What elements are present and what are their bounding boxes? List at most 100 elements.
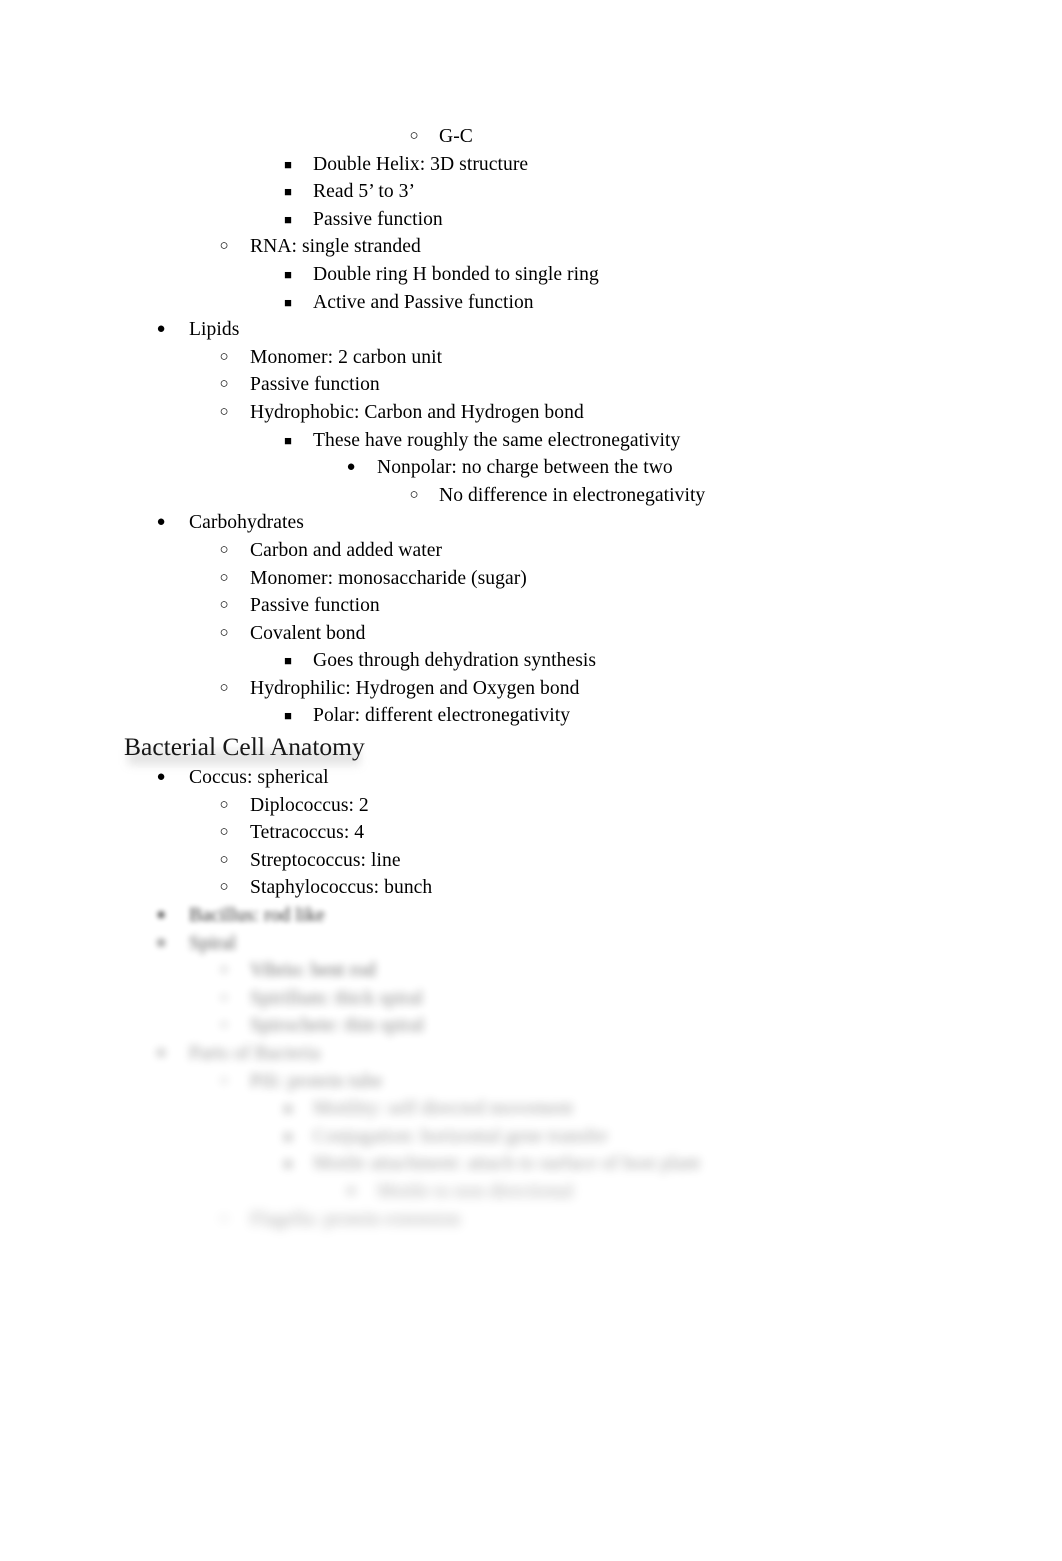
circle-bullet-icon: ○ (219, 989, 229, 1006)
outline-item: ○ Spirochete: thin spiral (0, 1012, 1062, 1040)
circle-bullet-icon: ○ (219, 624, 229, 641)
square-bullet-icon: ■ (284, 294, 292, 310)
circle-bullet-icon: ○ (219, 541, 229, 558)
disc-bullet-icon: ● (156, 1045, 166, 1061)
outline-item: ○ Spirillum: thick spiral (0, 985, 1062, 1013)
outline-item-text: Active and Passive function (313, 291, 534, 313)
outline-item: ■ Motile attachment: attach to surface of… (0, 1150, 1062, 1178)
outline-item: ● Parts of Bacteria (0, 1040, 1062, 1068)
outline-item-text: Carbohydrates (189, 512, 304, 534)
circle-bullet-icon: ○ (219, 851, 229, 868)
outline-item-text: Monomer: 2 carbon unit (250, 346, 443, 368)
square-bullet-icon: ■ (284, 211, 292, 227)
circle-bullet-icon: ○ (219, 376, 229, 393)
outline-item: ■ Double ring H bonded to single ring (0, 261, 1062, 289)
circle-bullet-icon: ○ (219, 1017, 229, 1034)
outline-item-text: Staphylococcus: bunch (250, 877, 433, 899)
outline-item-text: These have roughly the same electronegat… (313, 429, 681, 451)
disc-bullet-icon: ● (346, 459, 356, 476)
outline-item-text: Tetracoccus: 4 (250, 822, 365, 844)
outline-item-text: Coccus: spherical (189, 767, 329, 789)
outline-item: ○ Covalent bond (0, 620, 1062, 648)
disc-bullet-icon: ● (156, 321, 166, 338)
circle-bullet-icon: ○ (219, 597, 229, 614)
outline-item: ○ No difference in electronegativity (0, 482, 1062, 510)
outline-item: ○ Carbon and added water (0, 537, 1062, 565)
outline-item-text: Double Helix: 3D structure (313, 153, 529, 175)
outline-content: ○ G-C ■ Double Helix: 3D structure ■ Read 5’ … (0, 123, 1062, 1233)
outline-item-text: Flagella: protein extension (250, 1208, 461, 1230)
outline-item: ■ Read 5’ to 3’ (0, 178, 1062, 206)
outline-item: ○ Vibrio: bent rod (0, 957, 1062, 985)
circle-bullet-icon: ○ (219, 1210, 229, 1227)
outline-item: ○ Hydrophobic: Carbon and Hydrogen bond (0, 399, 1062, 427)
outline-item-text: Lipids (189, 319, 240, 341)
circle-bullet-icon: ○ (219, 238, 229, 255)
outline-item-text: Passive function (250, 595, 380, 617)
outline-item: ○ Monomer: 2 carbon unit (0, 344, 1062, 372)
outline-item-text: Polar: different electronegativity (313, 705, 571, 727)
outline-item: ○ Pili: protein tube (0, 1068, 1062, 1096)
outline-item: ○ Tetracoccus: 4 (0, 819, 1062, 847)
circle-bullet-icon: ○ (219, 879, 229, 896)
outline-item: ● Carbohydrates (0, 509, 1062, 537)
circle-bullet-icon: ○ (219, 962, 229, 979)
outline-item: ■ Goes through dehydration synthesis (0, 647, 1062, 675)
square-bullet-icon: ■ (284, 432, 292, 448)
outline-item: ● Coccus: spherical (0, 764, 1062, 792)
outline-item: ○ G-C (0, 123, 1062, 151)
outline-item-text: Parts of Bacteria (189, 1043, 321, 1064)
outline-item: ■ Motility: self directed movement (0, 1095, 1062, 1123)
outline-item: ○ Diplococcus: 2 (0, 792, 1062, 820)
outline-item: ■ Double Helix: 3D structure (0, 151, 1062, 179)
outline-item-text: Read 5’ to 3’ (313, 181, 416, 203)
outline-item: ○ Passive function (0, 592, 1062, 620)
outline-item-text: Pili: protein tube (250, 1070, 383, 1092)
square-bullet-icon: ■ (284, 653, 292, 669)
outline-item: ■ Conjugation: horizontal gene transfer (0, 1123, 1062, 1151)
square-bullet-icon: ■ (284, 266, 292, 282)
section-heading: Bacterial Cell Anatomy (124, 732, 365, 762)
outline-item-text: Hydrophilic: Hydrogen and Oxygen bond (250, 677, 580, 699)
outline-item: ○ Staphylococcus: bunch (0, 874, 1062, 902)
outline-item-text: Carbon and added water (250, 539, 443, 561)
outline-item-text: Monomer: monosaccharide (sugar) (250, 567, 527, 589)
outline-item-text: Goes through dehydration synthesis (313, 650, 597, 672)
outline-item-text: Passive function (313, 208, 443, 230)
outline-item: ■ These have roughly the same electronega… (0, 427, 1062, 455)
outline-item-text: Spiral (189, 932, 237, 954)
outline-item-text: Hydrophobic: Carbon and Hydrogen bond (250, 401, 584, 423)
outline-item-text: Double ring H bonded to single ring (313, 263, 599, 285)
outline-item: ○ Monomer: monosaccharide (sugar) (0, 565, 1062, 593)
section-heading-row: Bacterial Cell Anatomy (0, 730, 1062, 766)
outline-item: ● Spiral (0, 930, 1062, 958)
square-bullet-icon: ■ (284, 708, 292, 724)
document-page: ○ G-C ■ Double Helix: 3D structure ■ Read 5’ … (0, 0, 1062, 1561)
circle-bullet-icon: ○ (219, 796, 229, 813)
outline-item-text: Diplococcus: 2 (250, 794, 369, 816)
outline-item-text: Motile to non directional (377, 1180, 574, 1202)
disc-bullet-icon: ● (156, 514, 166, 531)
outline-item: ■ Passive function (0, 206, 1062, 234)
square-bullet-icon: ■ (284, 1101, 292, 1117)
circle-bullet-icon: ○ (219, 569, 229, 586)
circle-bullet-icon: ○ (409, 486, 419, 503)
outline-item: ● Lipids (0, 316, 1062, 344)
outline-item-text: Spirochete: thin spiral (250, 1015, 425, 1037)
circle-bullet-icon: ○ (409, 128, 419, 144)
outline-item: ○ Streptococcus: line (0, 847, 1062, 875)
outline-item-text: Nonpolar: no charge between the two (377, 457, 673, 479)
square-bullet-icon: ■ (284, 1128, 292, 1144)
outline-item: ● Nonpolar: no charge between the two (0, 454, 1062, 482)
outline-item: ○ Passive function (0, 371, 1062, 399)
outline-item: ● Bacillus: rod like (0, 902, 1062, 930)
square-bullet-icon: ■ (284, 156, 292, 172)
disc-bullet-icon: ● (346, 1182, 356, 1199)
disc-bullet-icon: ● (156, 934, 166, 951)
outline-item-text: Conjugation: horizontal gene transfer (313, 1125, 609, 1147)
disc-bullet-icon: ● (156, 907, 166, 924)
circle-bullet-icon: ○ (219, 348, 229, 365)
outline-item: ○ Flagella: protein extension (0, 1206, 1062, 1234)
circle-bullet-icon: ○ (219, 1072, 229, 1089)
outline-item-text: Streptococcus: line (250, 849, 401, 871)
